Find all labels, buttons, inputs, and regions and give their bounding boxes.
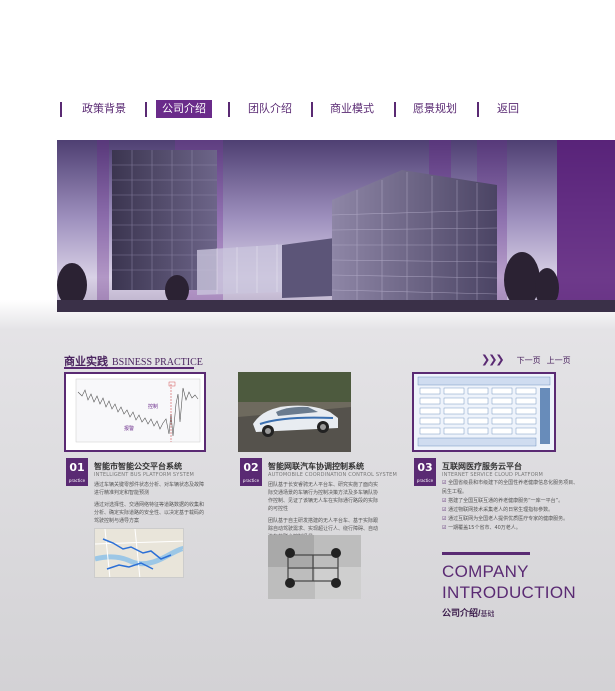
chart-label-control: 控制	[148, 403, 158, 410]
nav-separator	[394, 102, 396, 117]
nav-item-policy-background[interactable]: 政策背景	[82, 100, 126, 118]
card-bullet: 搭建了全国互联互通的养老健康服务“一库一平台”。	[442, 497, 582, 506]
card-bullet: 通过互联网为全国老人提供优质医疗专家的健康服务。	[442, 515, 582, 524]
nav-separator	[228, 102, 230, 117]
card-paragraph: 团队基于长安睿骋无人平台车、研究实施了面向实际交通场景的车辆行为控制决策方法及多…	[268, 482, 379, 512]
company-intro-line2: INTRODUCTION	[442, 583, 576, 602]
nav-separator	[477, 102, 479, 117]
card-paragraph: 通过车辆关键零部件状态分析、对车辆状态及故障进行精准判定和智能预测	[94, 482, 205, 496]
double-chevron-right-icon: ❯❯❯	[481, 353, 505, 366]
card-paragraph: 全国省级县和市级建下的全国性养老健康信息化服务项目、民生工程。	[442, 479, 582, 497]
card-title: 智能网联汽车协调控制系统	[268, 462, 364, 471]
card-number-tag: practice	[416, 478, 434, 483]
pager: ❯❯❯ 下一页 上一页	[481, 353, 571, 366]
nav-item-vision-plan[interactable]: 愿景规划	[413, 100, 457, 118]
card-body: 通过车辆关键零部件状态分析、对车辆状态及故障进行精准判定和智能预测 通过对选择性…	[94, 481, 206, 529]
company-intro-block: COMPANY INTRODUCTION 公司介绍/基础	[442, 552, 576, 619]
company-intro-cn-label: 公司介绍/	[442, 608, 481, 618]
bus-platform-chart-image: 控制 报警	[64, 372, 206, 452]
card-number-badge: 01 practice	[66, 458, 88, 486]
prev-page-link[interactable]: 下一页	[517, 356, 541, 365]
card-subtitle: AUTOMOBILE COORDINATION CONTROL SYSTEM	[268, 472, 398, 478]
card-title: 互联网医疗服务云平台	[442, 462, 522, 471]
nav-item-company-intro[interactable]: 公司介绍	[156, 100, 212, 118]
card-number: 03	[417, 461, 433, 474]
card-bullet: 一期覆盖15个省市、40万老人。	[442, 524, 582, 533]
nav-separator	[145, 102, 147, 117]
autonomous-car-image	[238, 372, 351, 452]
section-underline	[64, 367, 194, 369]
card-bullet: 通过物联网技术采集老人的日常生理指标参数。	[442, 506, 582, 515]
card-subtitle: INTERNET SERVICE CLOUD PLATFORM	[442, 472, 544, 478]
card-number: 01	[69, 461, 85, 474]
vehicle-chassis-image	[268, 535, 361, 599]
company-intro-cn-small: 基础	[480, 611, 495, 618]
company-intro-bar	[442, 552, 530, 555]
company-intro-cn: 公司介绍/基础	[442, 606, 576, 619]
card-number-badge: 03 practice	[414, 458, 436, 486]
card-number-tag: practice	[68, 478, 86, 483]
card-title: 智能市智能公交平台系统	[94, 462, 182, 471]
next-page-link[interactable]: 上一页	[547, 356, 571, 365]
nav-separator	[60, 102, 62, 117]
nav-item-team-intro[interactable]: 团队介绍	[248, 100, 292, 118]
card-number-badge: 02 practice	[240, 458, 262, 486]
nav-separator	[311, 102, 313, 117]
cloud-platform-dashboard-image	[412, 372, 556, 452]
nav-item-back[interactable]: 返回	[497, 100, 519, 118]
card-paragraph: 通过对选择性、交通网络特征等道路数据的收集和分析、确定实际道路的安全性、以决定基…	[94, 502, 205, 524]
hero-building-image	[57, 140, 615, 312]
company-intro-line1: COMPANY	[442, 562, 529, 581]
chart-label-alarm: 报警	[124, 425, 134, 432]
nav-item-business-model[interactable]: 商业模式	[330, 100, 374, 118]
top-navigation: 政策背景 公司介绍 团队介绍 商业模式 愿景规划 返回	[60, 100, 560, 120]
card-number-tag: practice	[242, 478, 260, 483]
bus-route-map-image	[94, 528, 184, 578]
card-number: 02	[243, 461, 259, 474]
card-bullet-list: 全国省级县和市级建下的全国性养老健康信息化服务项目、民生工程。 搭建了全国互联互…	[442, 479, 582, 533]
card-subtitle: INTELLIGENT BUS PLATFORM SYSTEM	[94, 472, 195, 478]
